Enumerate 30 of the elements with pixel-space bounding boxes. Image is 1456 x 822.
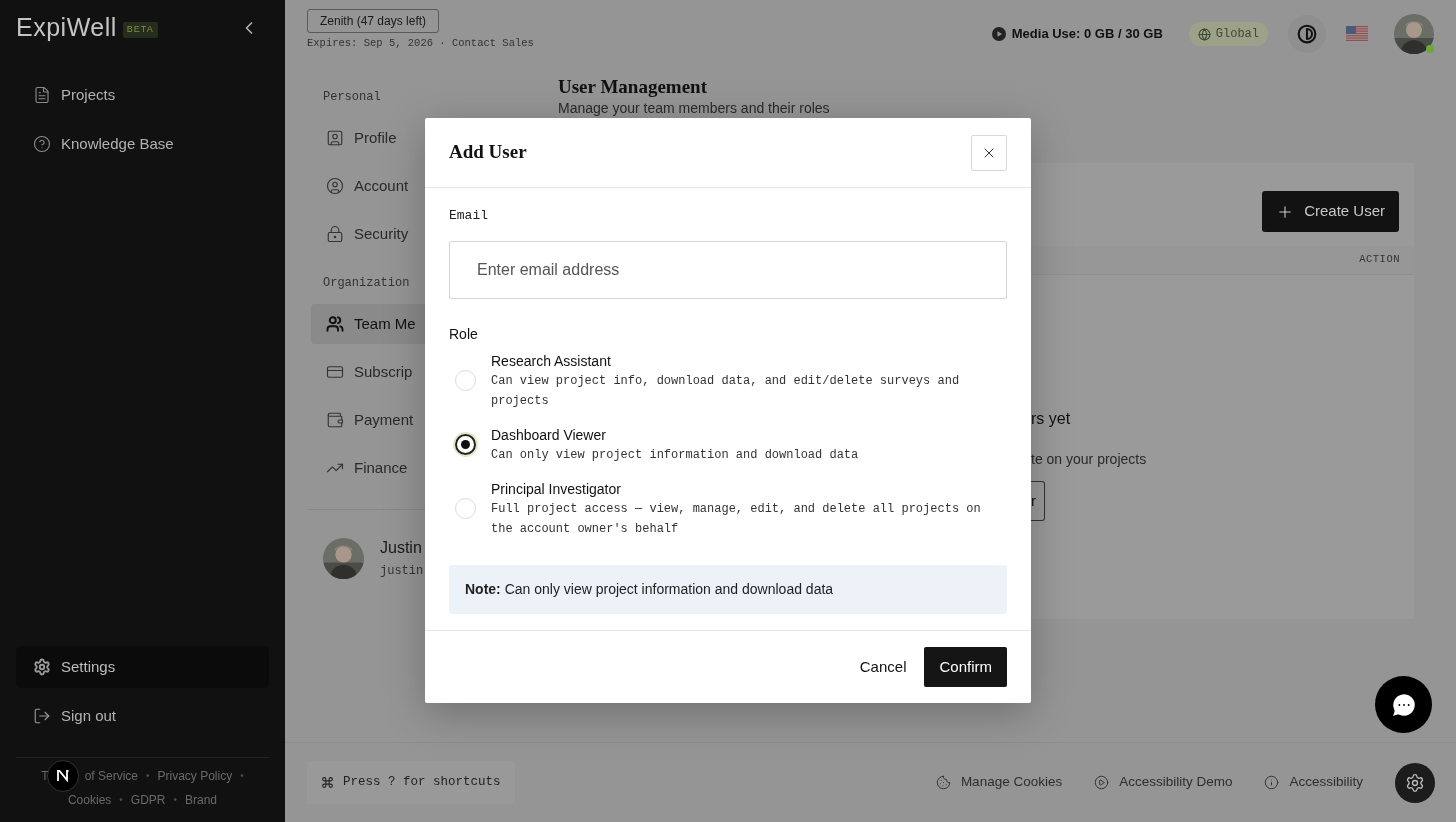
media-use-text: Media Use: 0 GB / 30 GB bbox=[1011, 25, 1163, 44]
email-label: Email bbox=[449, 207, 489, 225]
empty-state-text: te on your projects bbox=[1031, 450, 1147, 469]
role-description: Full project access — view, manage, edit, and delete all projects on the account owner's behalf bbox=[491, 500, 982, 538]
plan-badge: Zenith (47 days left) bbox=[307, 9, 440, 33]
page-subtitle: Manage your team members and their roles bbox=[558, 99, 831, 117]
user-name: Justin bbox=[380, 538, 423, 558]
empty-state-title: rs yet bbox=[1031, 409, 1071, 429]
role-title: Dashboard Viewer bbox=[491, 425, 607, 445]
separator-dot: • bbox=[240, 769, 244, 783]
user-email: justin bbox=[380, 563, 424, 580]
note-text: Note: Can only view project information and download data bbox=[465, 579, 834, 599]
role-label: Role bbox=[449, 324, 479, 344]
role-description: Can only view project information and download data bbox=[491, 446, 860, 464]
separator-dot: • bbox=[146, 769, 150, 783]
logo: ExpiWell bbox=[16, 12, 117, 44]
dialog-title: Add User bbox=[449, 140, 527, 165]
section-heading: Organization bbox=[322, 275, 411, 292]
page-title: User Management bbox=[558, 75, 708, 99]
section-heading: Personal bbox=[322, 89, 382, 106]
role-title: Principal Investigator bbox=[491, 479, 622, 499]
region-pill: Global bbox=[1188, 22, 1268, 46]
expiry-text: Expires: Sep 5, 2026 · Contact Sales bbox=[307, 36, 534, 51]
separator-dot: • bbox=[119, 793, 123, 807]
separator-dot: • bbox=[173, 793, 177, 807]
column-header: ACTION bbox=[1359, 252, 1400, 268]
role-title: Research Assistant bbox=[491, 351, 612, 371]
beta-badge: BETA bbox=[122, 22, 158, 38]
role-description: Can view project info, download data, and edit/delete surveys and projects bbox=[491, 372, 961, 410]
shortcut-text: Press ? for shortcuts bbox=[343, 774, 501, 792]
